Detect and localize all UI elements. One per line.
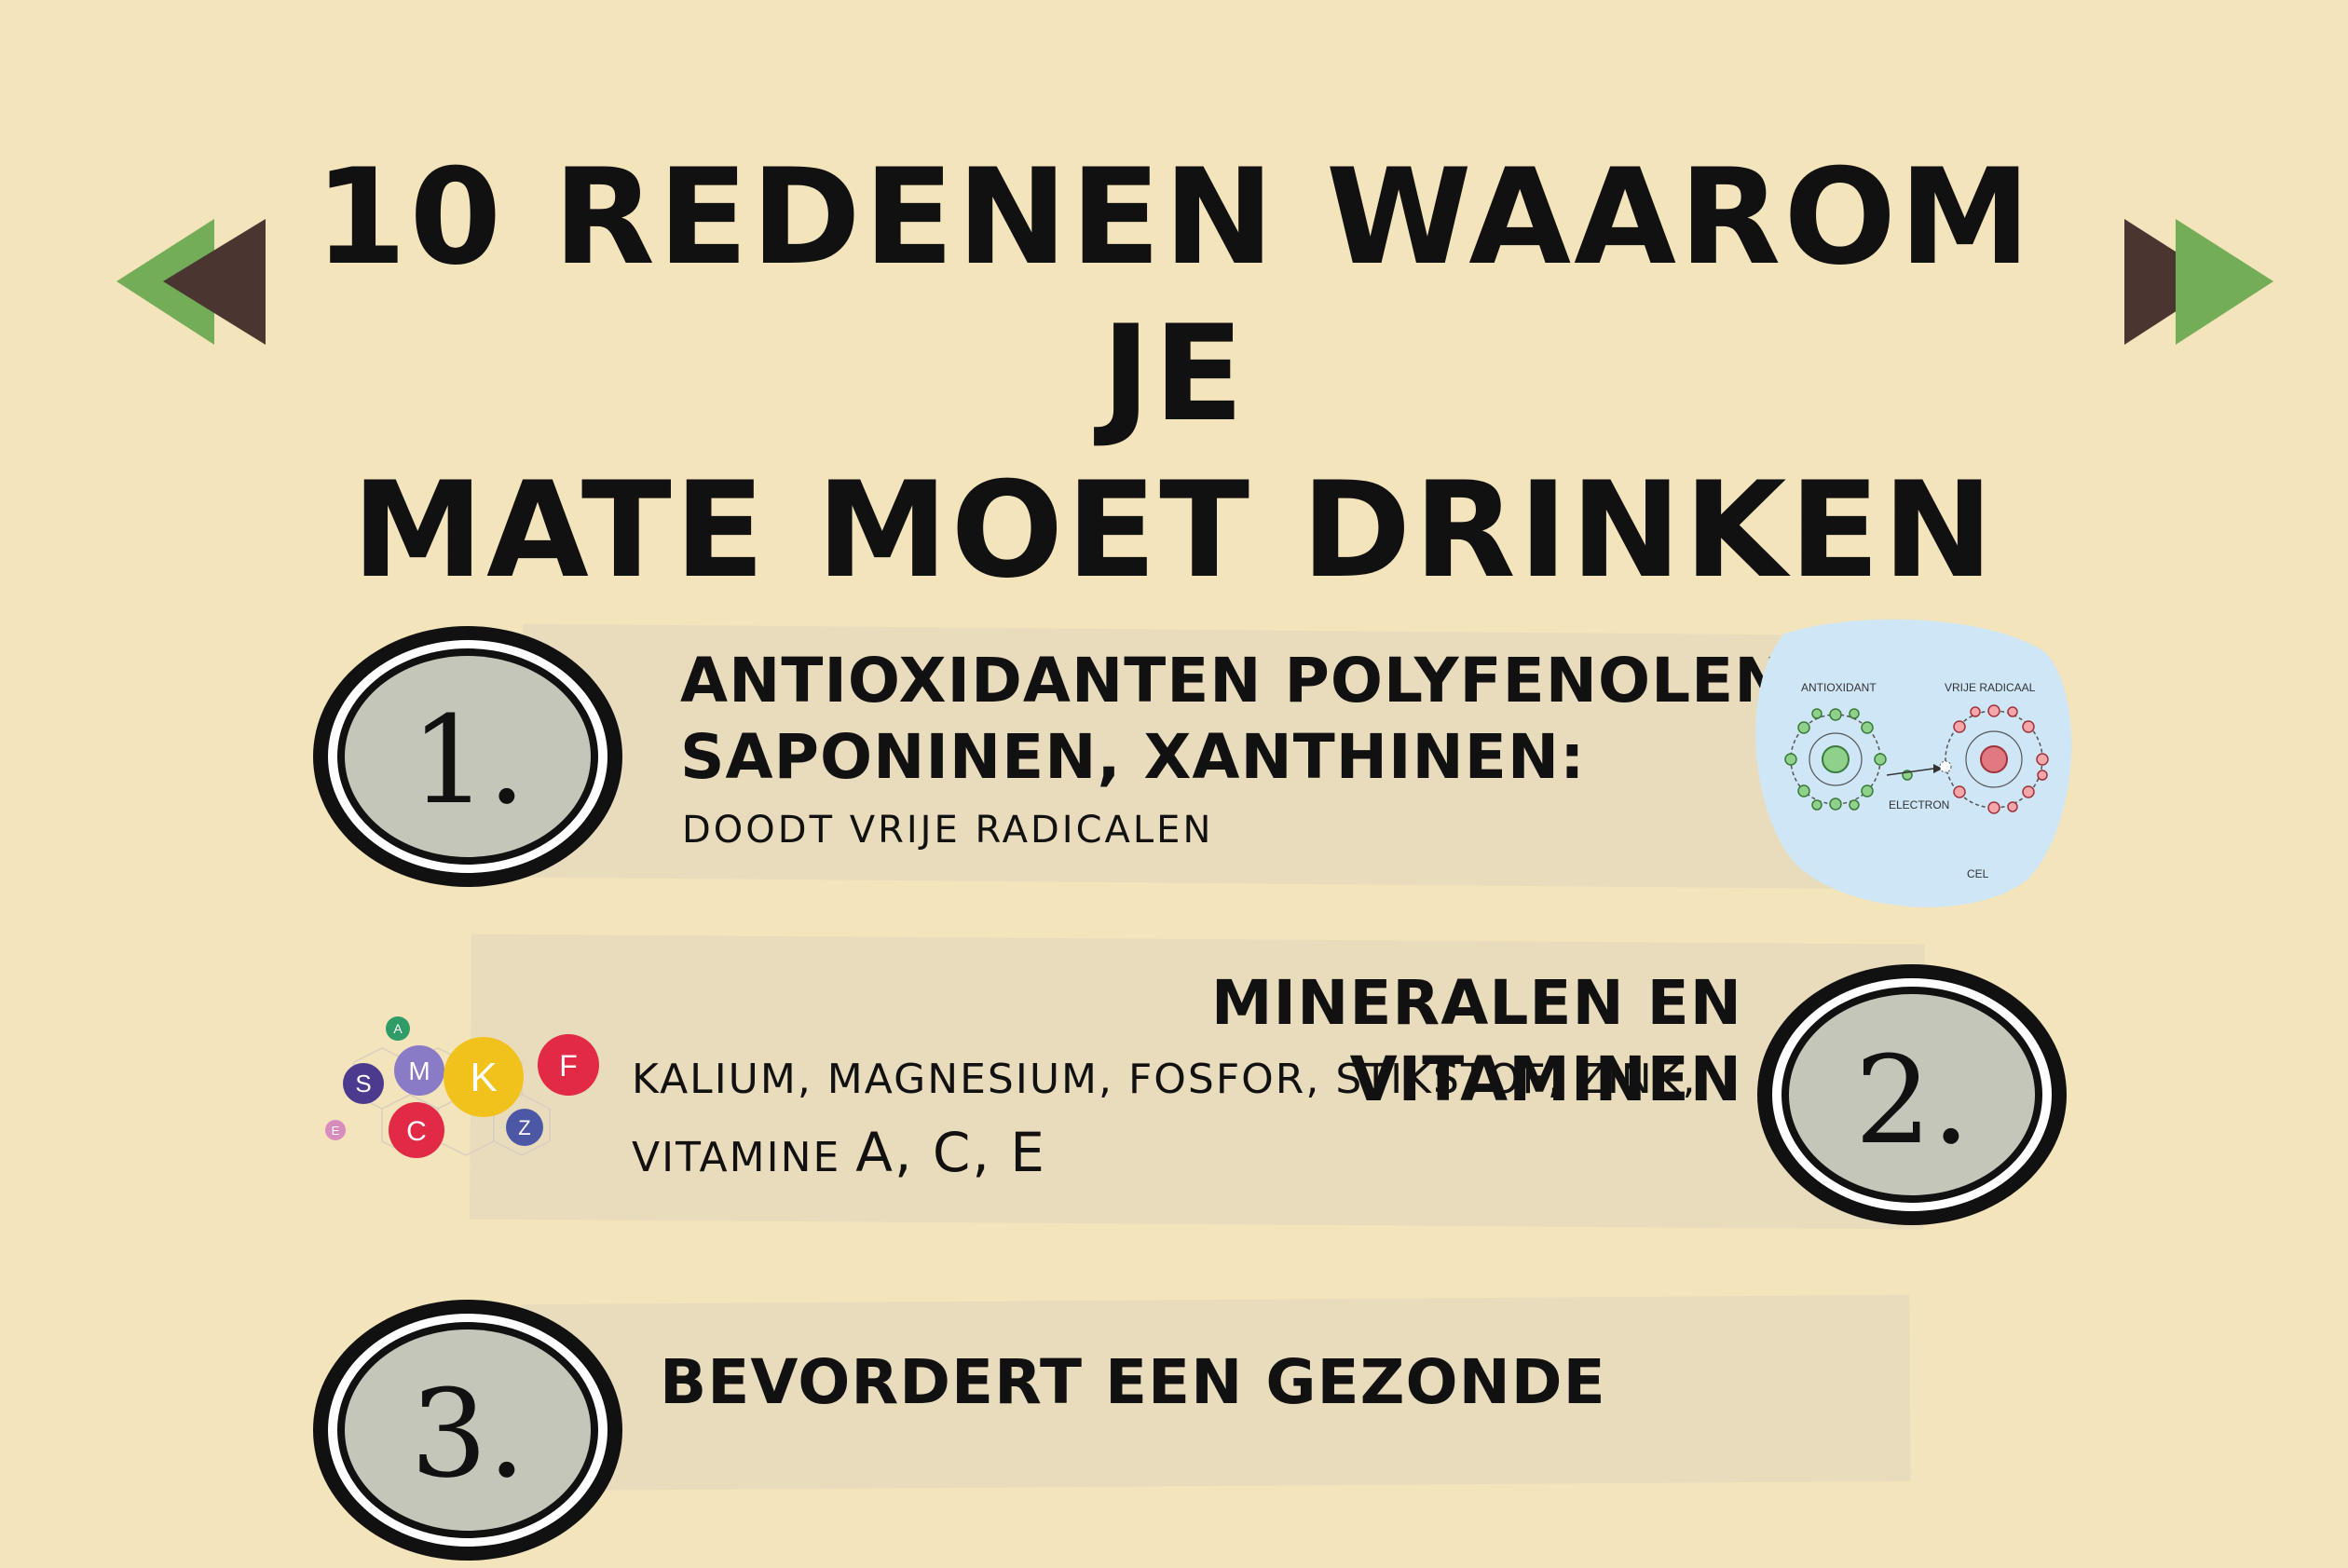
item-1-number: 1. [410, 689, 526, 831]
item-3-number: 3. [410, 1363, 526, 1505]
item-2-line-1: KALIUM, MAGNESIUM, FOSFOR, STIKSTOF, ZIN… [632, 1056, 1698, 1103]
triangle-right-icon [2176, 219, 2273, 345]
molecule-s: S [355, 1070, 371, 1098]
molecule-z: Z [518, 1116, 530, 1139]
item-1-heading-line-1: ANTIOXIDANTEN POLYFENOLEN, [680, 645, 1811, 716]
item-1-subtitle: DOODT VRIJE RADICALEN [682, 809, 1214, 852]
diagram-label-cell: CEL [1967, 867, 1989, 880]
item-1-heading-line-2: SAPONINEN, XANTHINEN: [680, 721, 1586, 793]
molecule-e: E [332, 1124, 340, 1138]
prev-arrow-button[interactable] [112, 214, 270, 354]
diagram-label-antioxidant: ANTIOXIDANT [1801, 681, 1877, 694]
item-2-number: 2. [1854, 1029, 1971, 1171]
item-3-heading: BEVORDERT EEN GEZONDE [660, 1346, 1606, 1418]
item-2-vitamin-letters: A, C, E [855, 1121, 1046, 1184]
molecule-f: F [559, 1049, 578, 1083]
title-line-2: MATE MOET DRINKEN [351, 454, 1997, 607]
item-2-line-2: VITAMINE A, C, E [632, 1116, 1698, 1194]
molecule-a: A [393, 1021, 403, 1036]
page-title: 10 REDENEN WAAROM JE MATE MOET DRINKEN [261, 140, 2087, 609]
next-arrow-button[interactable] [2120, 214, 2278, 354]
item-2-details: KALIUM, MAGNESIUM, FOSFOR, STIKSTOF, ZIN… [632, 1043, 1698, 1194]
item-1-heading: ANTIOXIDANTEN POLYFENOLEN, SAPONINEN, XA… [680, 643, 1811, 796]
molecule-k: K [470, 1055, 497, 1100]
molecule-c: C [406, 1116, 427, 1147]
diagram-label-free-radical: VRIJE RADICAAL [1945, 681, 2036, 694]
title-line-1: 10 REDENEN WAAROM JE [314, 141, 2034, 451]
diagram-label-electron: ELECTRON [1889, 798, 1949, 811]
molecule-m: M [408, 1057, 430, 1085]
minerals-molecule-icon: A S M K F E C Z [325, 1016, 599, 1158]
item-2-line-2-prefix: VITAMINE [632, 1134, 856, 1181]
antioxidant-diagram: ANTIOXIDANT VRIJE RADICAAL ELECTRON CEL [1755, 619, 2072, 907]
